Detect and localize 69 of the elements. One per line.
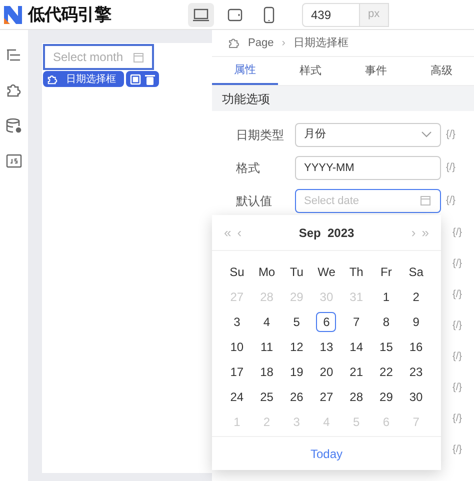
- section-header: 功能选项: [212, 86, 474, 111]
- weekday-label: We: [316, 264, 336, 280]
- weekday-label: Tu: [288, 264, 304, 280]
- calendar-day[interactable]: 10: [226, 336, 247, 356]
- field-label: 格式: [236, 160, 261, 176]
- calendar-day[interactable]: 9: [406, 312, 426, 332]
- calendar-day[interactable]: 26: [286, 386, 307, 406]
- calendar-day[interactable]: 29: [376, 386, 396, 406]
- calendar-day[interactable]: 16: [406, 336, 426, 356]
- weekday-label: Mo: [257, 264, 276, 280]
- field-label: 默认值: [236, 192, 273, 210]
- calendar-day[interactable]: 19: [286, 362, 307, 382]
- date-field[interactable]: Select date: [295, 189, 441, 213]
- tab[interactable]: 样式: [278, 57, 343, 85]
- calendar-day[interactable]: 15: [376, 336, 396, 356]
- select-field[interactable]: 月份: [295, 122, 441, 146]
- calendar-day[interactable]: 17: [226, 362, 247, 382]
- breadcrumb-separator: ›: [282, 36, 286, 51]
- breadcrumb-link[interactable]: 日期选择框: [293, 34, 348, 52]
- calendar-icon: [420, 195, 431, 206]
- puzzle-icon: [47, 74, 58, 84]
- logo-text: 低代码引擎: [28, 4, 111, 26]
- breadcrumb-link[interactable]: Page: [248, 34, 274, 52]
- weekday-label: Th: [348, 264, 364, 280]
- calendar-day[interactable]: 5: [286, 312, 307, 332]
- month-year-title[interactable]: Sep 2023: [242, 224, 412, 242]
- database-icon[interactable]: [6, 118, 22, 134]
- chevron-down-icon: [421, 131, 432, 138]
- calendar-day[interactable]: 12: [286, 336, 307, 356]
- puzzle-icon[interactable]: [6, 82, 22, 98]
- tab[interactable]: 事件: [343, 57, 408, 85]
- calendar-day[interactable]: 11: [256, 336, 277, 356]
- calendar-day[interactable]: 20: [316, 362, 336, 382]
- calendar-day[interactable]: 1: [376, 286, 396, 306]
- logo-icon: [2, 4, 24, 26]
- width-field[interactable]: 439: [302, 2, 360, 26]
- calendar-day[interactable]: 6: [316, 312, 336, 332]
- calendar-day[interactable]: 4: [256, 312, 277, 332]
- weekday-label: Fr: [380, 264, 393, 280]
- weekday-label: Su: [228, 264, 246, 280]
- calendar-day[interactable]: 3: [226, 312, 247, 332]
- calendar-icon: [133, 52, 144, 62]
- calendar-day[interactable]: 25: [256, 386, 277, 406]
- calendar-day[interactable]: 21: [346, 362, 366, 382]
- calendar-day[interactable]: 18: [256, 362, 277, 382]
- calendar-day[interactable]: 8: [376, 312, 396, 332]
- trash-icon[interactable]: [145, 74, 155, 84]
- desktop-view-icon[interactable]: [188, 2, 214, 26]
- selection-label[interactable]: 日期选择框: [43, 71, 124, 87]
- calendar-day[interactable]: 7: [346, 312, 366, 332]
- calendar-day[interactable]: 27: [316, 386, 336, 406]
- outline-tree-icon[interactable]: [6, 48, 22, 62]
- calendar-day[interactable]: 22: [376, 362, 396, 382]
- calendar-day[interactable]: 13: [316, 336, 336, 356]
- calendar-day[interactable]: 30: [406, 386, 426, 406]
- weekday-label: Sa: [408, 264, 424, 280]
- js-file-icon[interactable]: [6, 154, 22, 168]
- field-label: 日期类型: [236, 126, 285, 144]
- calendar-day[interactable]: 23: [406, 362, 426, 382]
- calendar-day[interactable]: 2: [406, 286, 426, 306]
- puzzle-icon: [228, 37, 240, 49]
- calendar-day[interactable]: 24: [226, 386, 247, 406]
- calendar-day[interactable]: 14: [346, 336, 366, 356]
- today-link[interactable]: Today: [310, 444, 343, 462]
- unit-label: px: [360, 2, 389, 26]
- calendar-day[interactable]: 28: [346, 386, 366, 406]
- copy-icon[interactable]: [130, 74, 141, 84]
- input-field[interactable]: YYYY-MM: [295, 156, 441, 180]
- tab[interactable]: 高级: [408, 57, 474, 85]
